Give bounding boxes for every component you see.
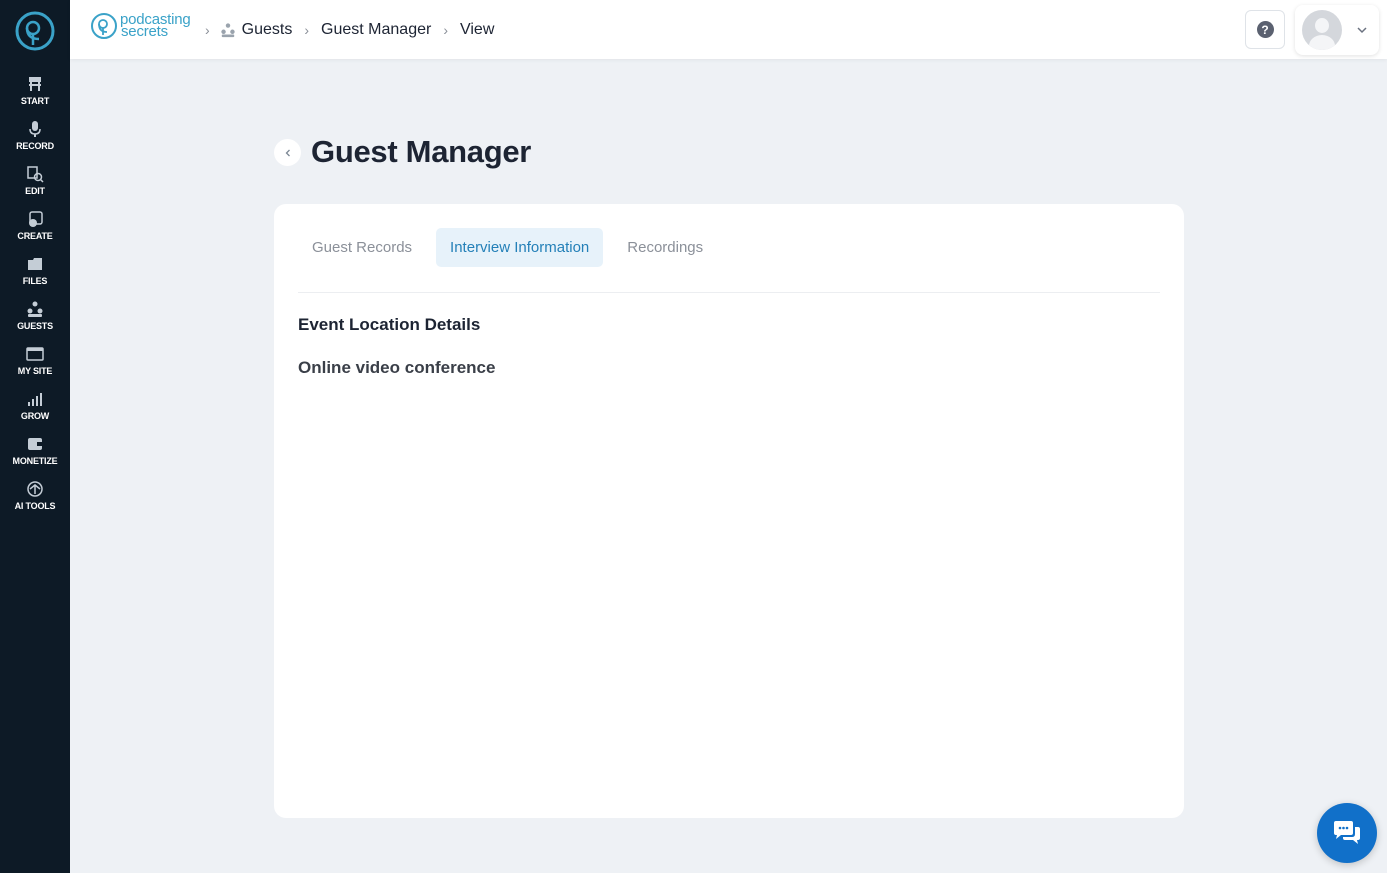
tab-bar: Guest Records Interview Information Reco… <box>298 228 727 267</box>
guests-icon <box>27 301 43 317</box>
create-icon <box>29 211 43 227</box>
back-button[interactable] <box>274 139 301 166</box>
sidebar-item-label: GROW <box>20 411 50 421</box>
sidebar-item-label: FILES <box>22 276 48 286</box>
help-icon: ? <box>1256 21 1274 38</box>
chevron-left-icon <box>285 149 290 156</box>
sidebar-item-label: AI TOOLS <box>14 501 56 511</box>
sidebar-item-label: START <box>20 96 50 106</box>
sidebar-item-label: MONETIZE <box>12 456 58 466</box>
sidebar-item-ai-tools[interactable]: AI TOOLS <box>0 480 70 520</box>
breadcrumb-guest-manager[interactable]: Guest Manager <box>321 21 431 39</box>
breadcrumb-view: View <box>459 21 495 38</box>
microphone-icon <box>29 121 41 137</box>
help-button[interactable]: ? <box>1245 10 1285 49</box>
app-logo-icon[interactable] <box>15 11 55 51</box>
sidebar-item-label: CREATE <box>17 231 53 241</box>
sidebar-item-label: EDIT <box>25 186 45 196</box>
brand-mark-icon <box>91 13 117 39</box>
tab-recordings[interactable]: Recordings <box>613 228 717 267</box>
start-icon <box>29 77 41 91</box>
monetize-icon <box>28 438 42 450</box>
sidebar-item-create[interactable]: CREATE <box>0 210 70 250</box>
breadcrumb-separator-icon: › <box>443 22 448 38</box>
live-chat-button[interactable] <box>1317 803 1377 863</box>
files-icon <box>28 258 42 270</box>
tab-guest-records[interactable]: Guest Records <box>298 228 426 267</box>
breadcrumb: › Guests › Guest Manager › View <box>205 18 494 42</box>
breadcrumb-separator-icon: › <box>304 22 310 38</box>
event-location-value: Online video conference <box>298 358 496 377</box>
chat-icon <box>1334 821 1360 844</box>
sidebar-item-label: GUESTS <box>17 321 53 331</box>
guest-detail-card: Guest Records Interview Information Reco… <box>274 204 1184 818</box>
chevron-down-icon <box>1357 27 1367 34</box>
chart-icon <box>28 393 42 406</box>
sidebar: START RECORD EDIT CREATE FILES GUESTS MY… <box>0 0 70 873</box>
sidebar-item-edit[interactable]: EDIT <box>0 165 70 205</box>
ai-tools-icon <box>27 481 43 497</box>
brand-wordmark: podcasting secrets <box>120 12 191 39</box>
guests-icon <box>221 23 235 38</box>
edit-icon <box>27 166 44 183</box>
sidebar-item-label: MY SITE <box>17 366 53 376</box>
tab-interview-information[interactable]: Interview Information <box>436 228 604 267</box>
sidebar-item-grow[interactable]: GROW <box>0 390 70 430</box>
divider <box>298 292 1160 293</box>
top-bar: podcasting secrets › Guests › Guest Mana… <box>70 0 1387 59</box>
sidebar-item-start[interactable]: START <box>0 75 70 115</box>
section-title: Event Location Details <box>298 315 481 334</box>
sidebar-item-guests[interactable]: GUESTS <box>0 300 70 340</box>
page-title: Guest Manager <box>311 134 532 169</box>
sidebar-item-files[interactable]: FILES <box>0 255 70 295</box>
site-icon <box>26 347 44 361</box>
sidebar-item-monetize[interactable]: MONETIZE <box>0 435 70 475</box>
avatar <box>1302 10 1342 50</box>
breadcrumb-guests[interactable]: Guests <box>242 21 293 39</box>
breadcrumb-separator-icon: › <box>205 22 210 38</box>
sidebar-item-label: RECORD <box>16 141 54 151</box>
brand-logo[interactable]: podcasting secrets <box>90 11 191 41</box>
sidebar-item-my-site[interactable]: MY SITE <box>0 345 70 385</box>
user-menu-button[interactable] <box>1295 5 1379 55</box>
sidebar-item-record[interactable]: RECORD <box>0 120 70 160</box>
